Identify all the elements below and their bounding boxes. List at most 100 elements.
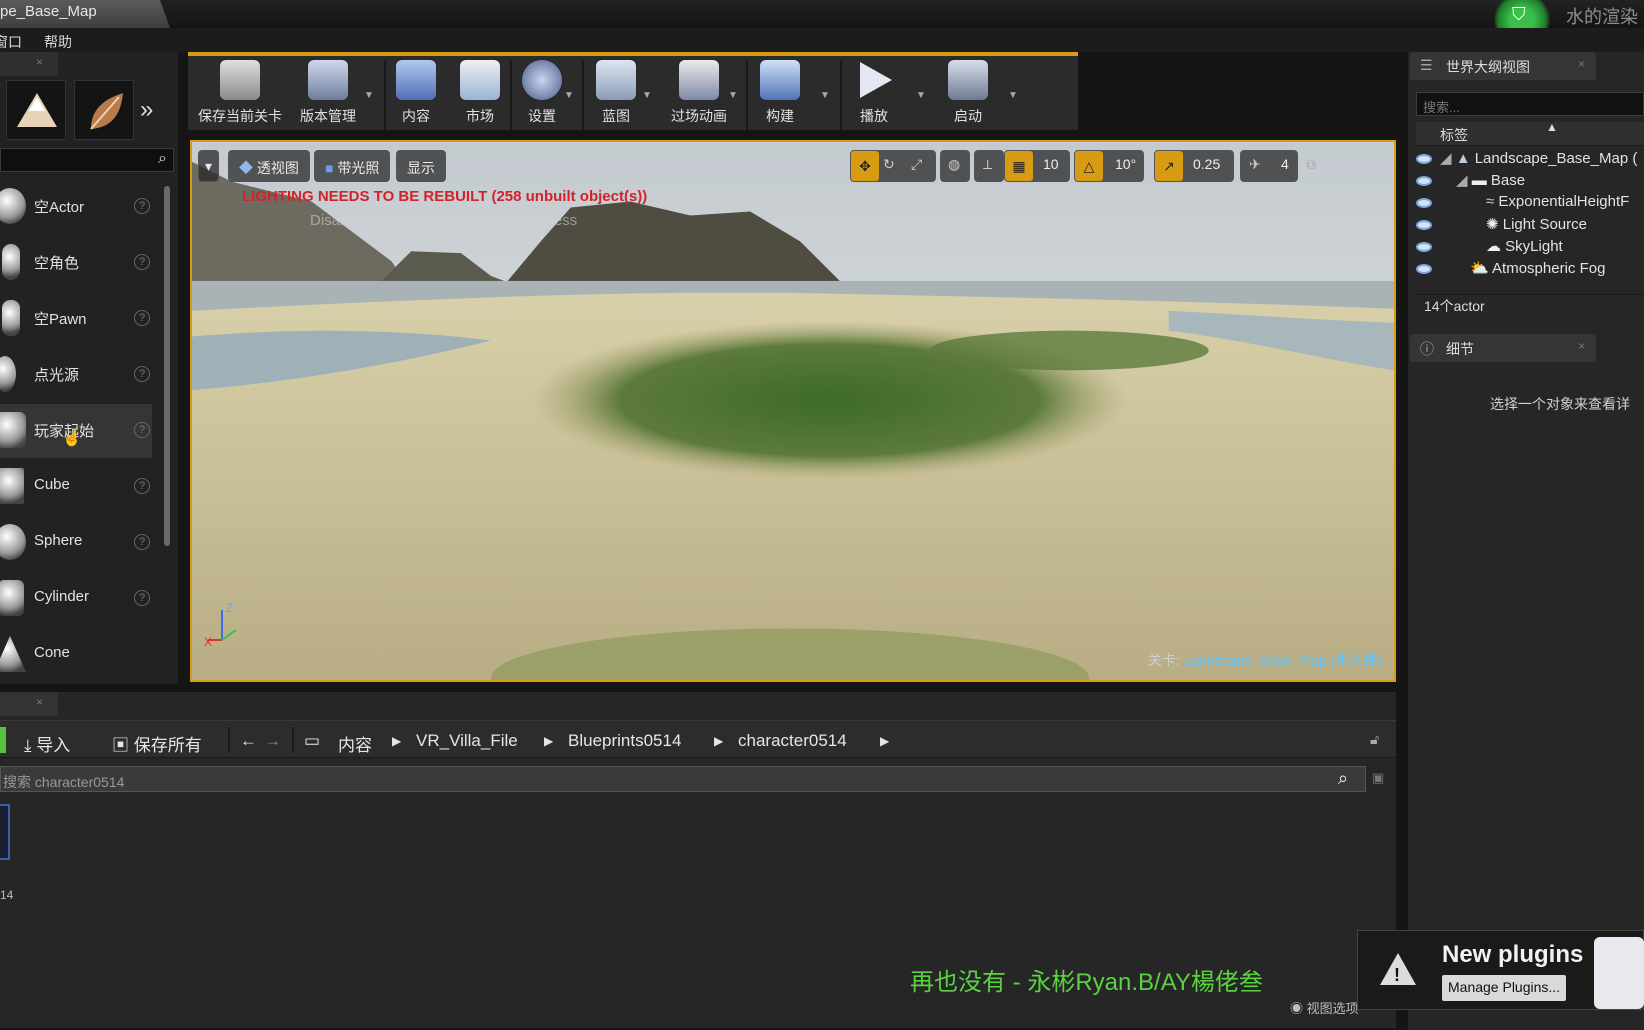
visibility-eye-icon[interactable] — [1416, 220, 1432, 230]
content-browser-tab[interactable]: × — [0, 692, 58, 716]
rotation-snap-value[interactable]: 10° — [1115, 156, 1136, 172]
modes-tab[interactable]: × — [0, 52, 58, 76]
place-item-point-light[interactable]: 点光源? — [0, 348, 152, 402]
outliner-row-skylight[interactable]: ☁ SkyLight — [1486, 237, 1563, 259]
chevron-down-icon[interactable]: ▼ — [820, 90, 830, 101]
close-icon[interactable]: × — [1578, 57, 1585, 71]
show-button[interactable]: 显示 — [396, 150, 446, 182]
visibility-eye-icon[interactable] — [1416, 154, 1432, 164]
move-icon[interactable]: ✥ — [851, 151, 879, 181]
outliner-row-light-source[interactable]: ✺ Light Source — [1486, 215, 1587, 237]
outliner-row-atmospheric-fog[interactable]: ⛅ Atmospheric Fog — [1470, 259, 1605, 281]
help-icon[interactable]: ? — [134, 534, 150, 550]
breadcrumb-character0514[interactable]: character0514 — [738, 731, 847, 751]
camera-speed-group[interactable]: ✈ 4 — [1240, 150, 1298, 182]
breadcrumb-arrow-icon[interactable]: ▶ — [714, 734, 723, 748]
content-search-input[interactable]: 搜索 character0514 — [0, 766, 1366, 792]
details-tab[interactable]: ⓘ 细节 × — [1410, 334, 1596, 362]
launch-button[interactable]: 启动 — [940, 60, 996, 130]
rotate-icon[interactable]: ↻ — [883, 156, 895, 173]
surface-snap-toggle[interactable]: ⟂ — [974, 150, 1004, 182]
breadcrumb-arrow-icon[interactable]: ▶ — [392, 734, 401, 748]
scale-snap-icon[interactable]: ↗ — [1155, 151, 1183, 181]
outliner-row-landscape-map[interactable]: ◢ ▲ Landscape_Base_Map ( — [1440, 149, 1637, 171]
marketplace-button[interactable]: 市场 — [452, 60, 508, 130]
label-column-header[interactable]: 标签 — [1440, 125, 1468, 145]
menu-window[interactable]: 窗口 — [0, 32, 22, 52]
help-icon[interactable]: ? — [134, 254, 150, 270]
chevron-down-icon[interactable]: ▼ — [364, 90, 374, 101]
save-all-button[interactable]: ▣ 保存所有 — [112, 731, 202, 756]
landscape-mode-button[interactable] — [6, 80, 66, 140]
breadcrumb-arrow-icon[interactable]: ▶ — [544, 734, 553, 748]
outliner-row-height-fog[interactable]: ≈ ExponentialHeightF — [1486, 193, 1629, 215]
save-search-icon[interactable]: ▣ — [1372, 770, 1384, 786]
add-new-button[interactable] — [0, 727, 6, 753]
help-icon[interactable]: ? — [134, 478, 150, 494]
chevron-right-icon[interactable]: » — [140, 96, 153, 124]
world-outliner-tab[interactable]: ☰ 世界大纲视图 × — [1410, 52, 1596, 80]
content-button[interactable]: 内容 — [388, 60, 444, 130]
settings-button[interactable]: 设置 — [514, 60, 570, 130]
place-item-cylinder[interactable]: Cylinder? — [0, 572, 152, 626]
view-options-button[interactable]: ◉ 视图选项 — [1290, 998, 1359, 1017]
asset-thumbnail[interactable] — [0, 804, 10, 860]
place-item-cone[interactable]: Cone — [0, 628, 152, 678]
place-item-player-start[interactable]: 玩家起始? ☝ — [0, 404, 152, 458]
breadcrumb-blueprints0514[interactable]: Blueprints0514 — [568, 731, 681, 751]
visibility-eye-icon[interactable] — [1416, 176, 1432, 186]
viewport-options-button[interactable]: ▾ — [198, 150, 220, 182]
close-icon[interactable]: × — [36, 55, 43, 69]
maximize-icon[interactable]: ⧉ — [1306, 156, 1316, 173]
scale-snap-value[interactable]: 0.25 — [1193, 156, 1220, 172]
help-icon[interactable]: ? — [134, 590, 150, 606]
chevron-down-icon[interactable]: ▼ — [1008, 90, 1018, 101]
breadcrumb-arrow-icon[interactable]: ▶ — [880, 734, 889, 748]
place-scrollbar[interactable] — [164, 186, 170, 546]
grid-icon[interactable]: ▦ — [1005, 151, 1033, 181]
close-icon[interactable]: × — [36, 695, 43, 709]
close-icon[interactable]: × — [1578, 339, 1585, 353]
place-search-input[interactable]: ⌕ — [0, 148, 174, 172]
chevron-down-icon[interactable]: ▼ — [564, 90, 574, 101]
play-button[interactable]: 播放 — [846, 60, 902, 130]
scale-icon[interactable]: ⤢ — [911, 156, 922, 173]
breadcrumb-vr-villa-file[interactable]: VR_Villa_File — [416, 731, 518, 751]
search-icon[interactable]: ⌕ — [1338, 768, 1348, 789]
grid-snap-value[interactable]: 10 — [1043, 156, 1059, 172]
lit-button[interactable]: ■ 带光照 — [314, 150, 391, 182]
chevron-down-icon[interactable]: ▼ — [642, 90, 652, 101]
lock-icon[interactable]: 🔓︎ — [1370, 731, 1379, 748]
angle-icon[interactable]: △ — [1075, 151, 1103, 181]
menu-help[interactable]: 帮助 — [44, 32, 72, 52]
foliage-mode-button[interactable] — [74, 80, 134, 140]
outliner-search-input[interactable]: 搜索... — [1416, 92, 1644, 116]
breadcrumb-content[interactable]: 内容 — [338, 731, 372, 756]
place-item-empty-actor[interactable]: 空Actor? — [0, 180, 152, 234]
save-level-button[interactable]: 保存当前关卡 — [194, 60, 286, 130]
place-item-sphere[interactable]: Sphere? — [0, 516, 152, 570]
back-arrow-icon[interactable]: ← — [240, 731, 257, 751]
cinematics-button[interactable]: 过场动画 — [662, 60, 736, 130]
help-icon[interactable]: ? — [134, 366, 150, 382]
perspective-button[interactable]: ◆ 透视图 — [228, 150, 310, 182]
outliner-row-base-folder[interactable]: ◢ ▬ Base — [1456, 171, 1525, 193]
chevron-down-icon[interactable]: ▼ — [916, 90, 926, 101]
help-icon[interactable]: ? — [134, 422, 150, 438]
level-tab[interactable]: pe_Base_Map — [0, 0, 170, 28]
place-item-empty-character[interactable]: 空角色? — [0, 236, 152, 290]
help-icon[interactable]: ? — [134, 310, 150, 326]
manage-plugins-button[interactable]: Manage Plugins... — [1442, 975, 1567, 1001]
place-item-empty-pawn[interactable]: 空Pawn? — [0, 292, 152, 346]
world-local-toggle[interactable]: ◍ — [940, 150, 970, 182]
place-item-cube[interactable]: Cube? — [0, 460, 152, 514]
import-button[interactable]: ⤓ 导入 — [24, 731, 70, 756]
source-control-button[interactable]: 版本管理 — [290, 60, 366, 130]
visibility-eye-icon[interactable] — [1416, 264, 1432, 274]
visibility-eye-icon[interactable] — [1416, 198, 1432, 208]
visibility-eye-icon[interactable] — [1416, 242, 1432, 252]
help-icon[interactable]: ? — [134, 198, 150, 214]
blueprints-button[interactable]: 蓝图 — [588, 60, 644, 130]
forward-arrow-icon[interactable]: → — [264, 731, 281, 751]
chevron-down-icon[interactable]: ▼ — [728, 90, 738, 101]
